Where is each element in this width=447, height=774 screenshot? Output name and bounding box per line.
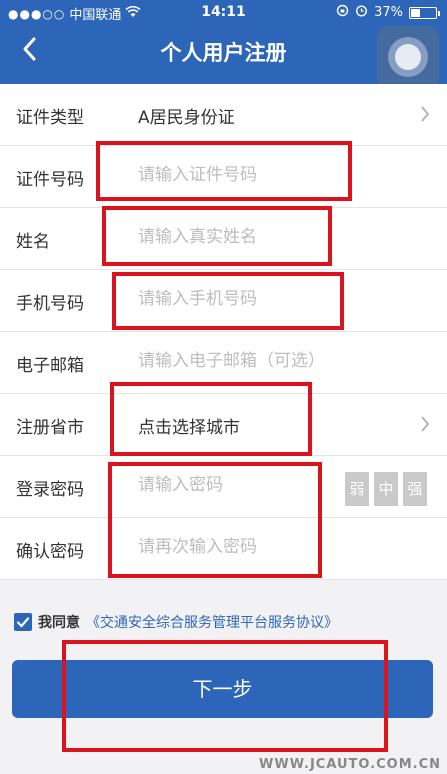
confirm-password-row: 确认密码 xyxy=(0,518,447,580)
agreement-link[interactable]: 《交通安全综合服务管理平台服务协议》 xyxy=(86,612,338,632)
rotation-lock-icon xyxy=(336,4,349,21)
id-type-row[interactable]: 证件类型 A居民身份证 xyxy=(0,84,447,146)
battery-icon xyxy=(409,6,440,19)
alarm-icon xyxy=(355,4,368,21)
id-number-label: 证件号码 xyxy=(16,170,84,190)
name-row: 姓名 xyxy=(0,208,447,270)
status-bar: ●●●○○ 中国联通 14:11 37% xyxy=(0,0,447,24)
agreement-text: 我同意 xyxy=(38,615,80,631)
id-number-input[interactable] xyxy=(138,165,328,185)
confirm-password-input[interactable] xyxy=(138,537,328,557)
id-type-label: 证件类型 xyxy=(16,108,84,128)
watermark: WWW.JCAUTO.COM.CN xyxy=(259,757,441,772)
registration-form: 证件类型 A居民身份证 证件号码 姓名 手机号码 电子邮箱 注册省市 点击选择城… xyxy=(0,84,447,580)
nav-bar: 个人用户注册 xyxy=(0,24,447,88)
phone-label: 手机号码 xyxy=(16,294,84,314)
agreement: 我同意 《交通安全综合服务管理平台服务协议》 xyxy=(14,612,338,632)
chevron-right-icon xyxy=(421,416,430,432)
phone-input[interactable] xyxy=(138,289,328,309)
password-label: 登录密码 xyxy=(16,480,84,500)
phone-row: 手机号码 xyxy=(0,270,447,332)
battery-percent: 37% xyxy=(374,5,403,20)
password-input[interactable] xyxy=(138,475,328,495)
province-row[interactable]: 注册省市 点击选择城市 xyxy=(0,394,447,456)
confirm-password-label: 确认密码 xyxy=(16,542,84,562)
id-type-value: A居民身份证 xyxy=(138,108,235,128)
email-row: 电子邮箱 xyxy=(0,332,447,394)
email-label: 电子邮箱 xyxy=(16,356,84,376)
name-label: 姓名 xyxy=(16,232,50,252)
password-row: 登录密码 弱 中 强 xyxy=(0,456,447,518)
password-strength-meter: 弱 中 强 xyxy=(345,472,427,506)
next-button[interactable]: 下一步 xyxy=(12,660,433,718)
city-selector[interactable]: 点击选择城市 xyxy=(138,413,240,438)
strength-strong: 强 xyxy=(403,472,427,506)
id-number-row: 证件号码 xyxy=(0,146,447,208)
strength-medium: 中 xyxy=(374,472,398,506)
name-input[interactable] xyxy=(138,227,328,247)
assistive-touch-button[interactable] xyxy=(377,26,439,88)
header: ●●●○○ 中国联通 14:11 37% 个人用户注册 xyxy=(0,0,447,90)
chevron-right-icon xyxy=(421,106,430,122)
agreement-checkbox[interactable] xyxy=(14,613,32,631)
email-input[interactable] xyxy=(138,351,428,371)
checkmark-icon xyxy=(16,617,30,628)
province-label: 注册省市 xyxy=(16,418,84,438)
strength-weak: 弱 xyxy=(345,472,369,506)
